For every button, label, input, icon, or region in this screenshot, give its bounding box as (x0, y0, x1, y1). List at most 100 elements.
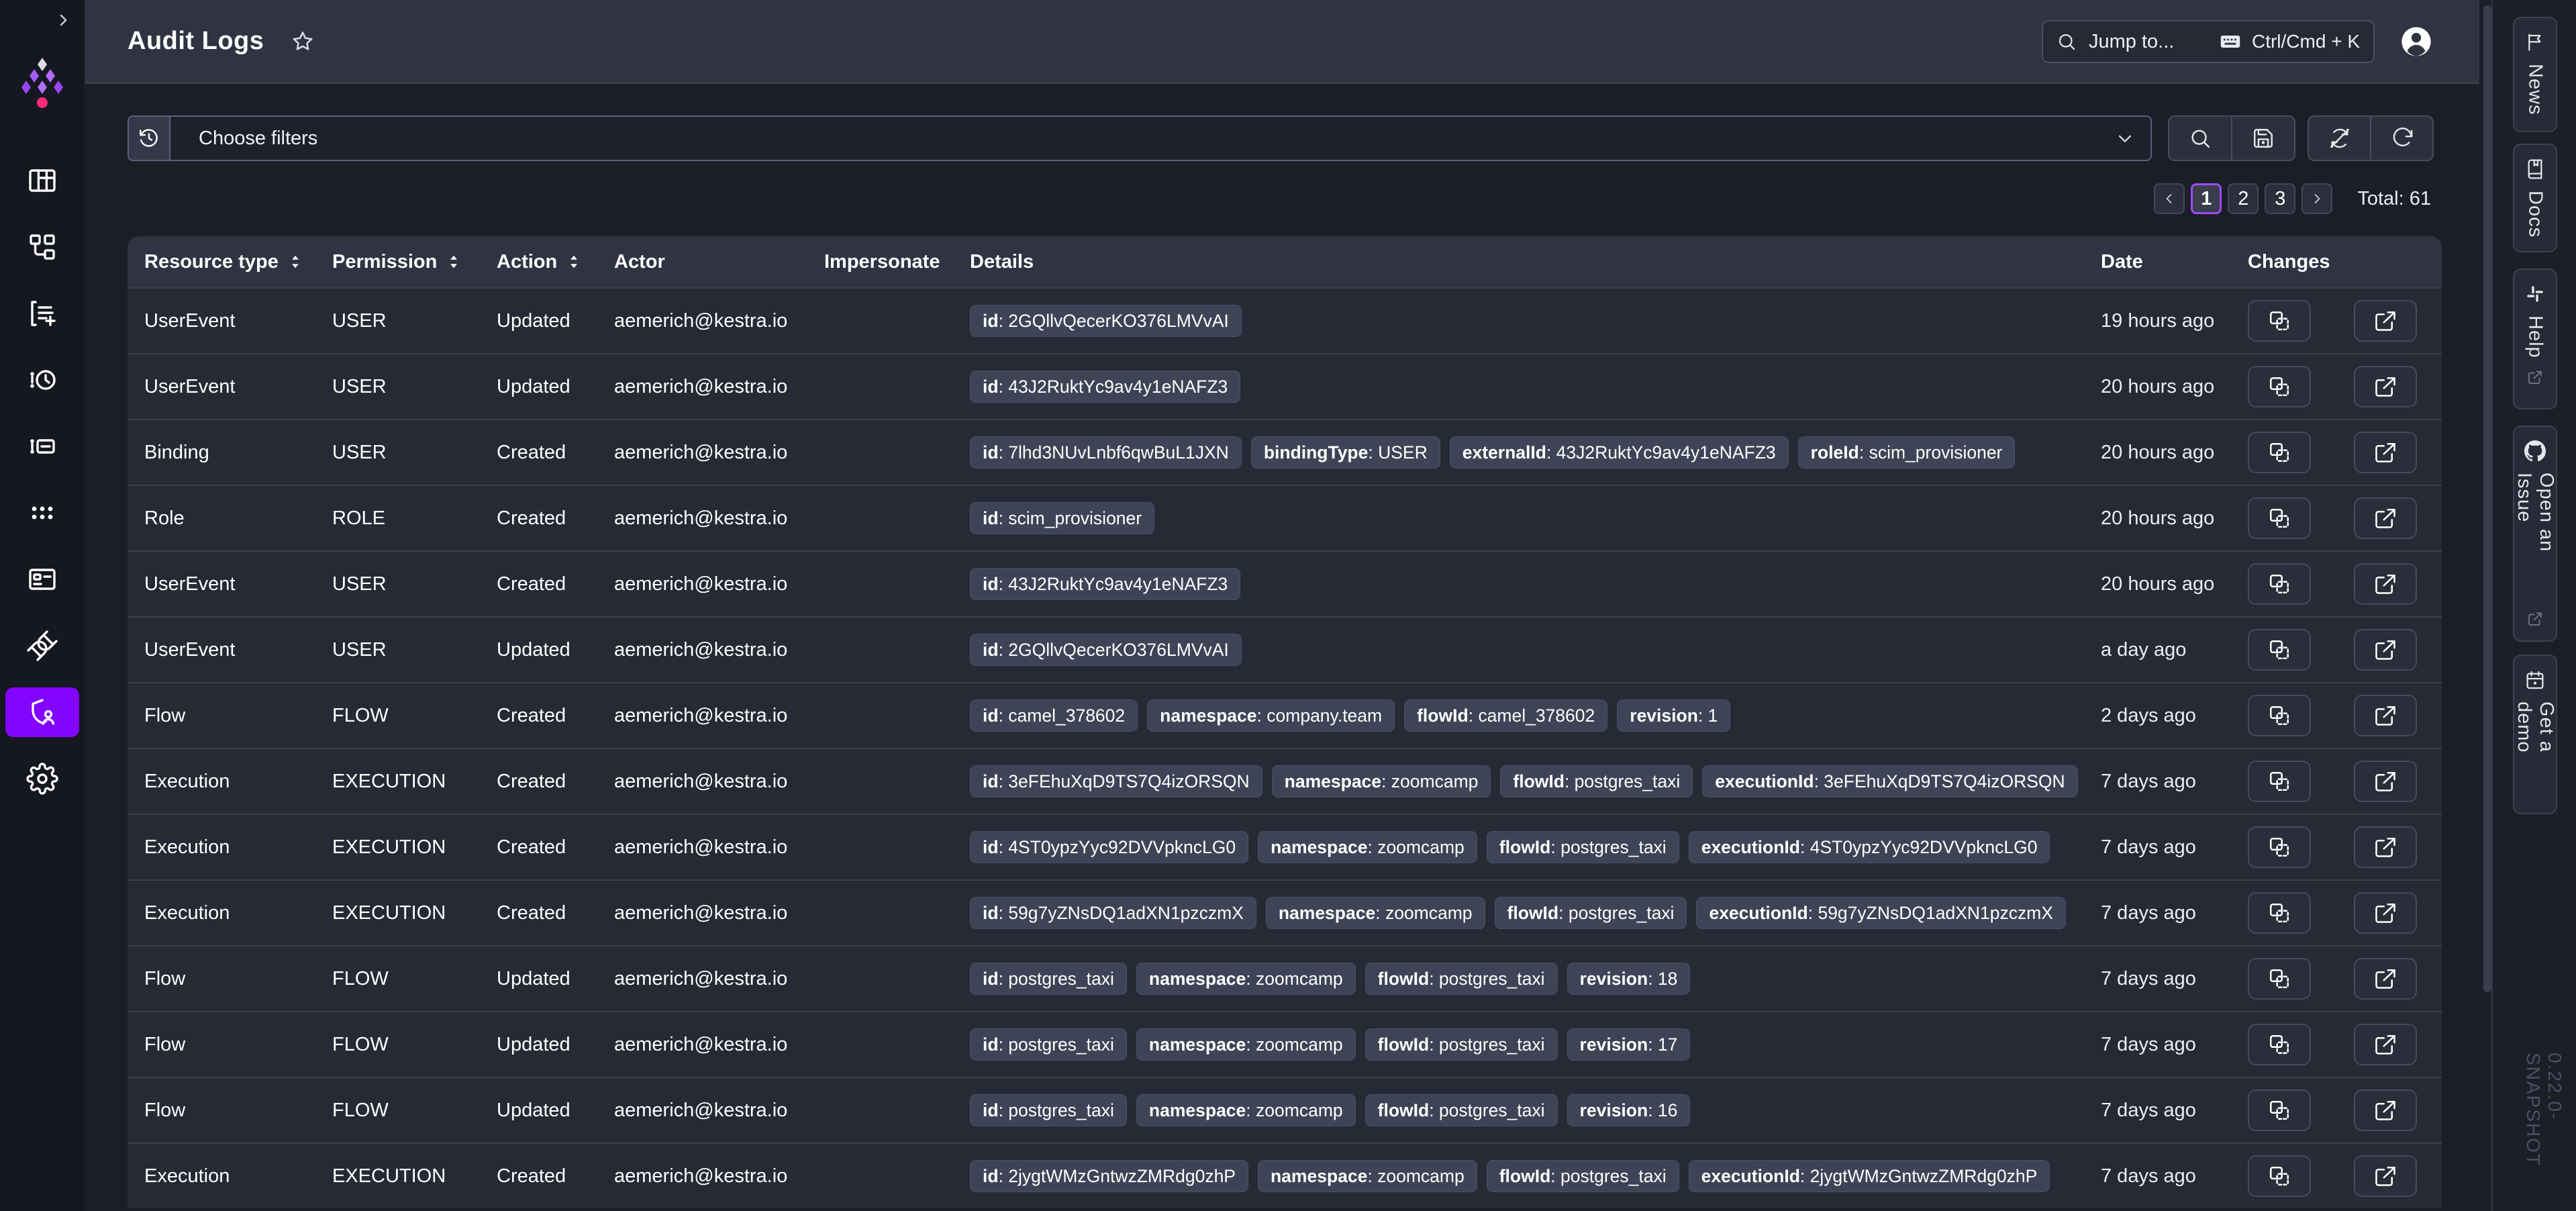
page-button-2[interactable]: 2 (2228, 183, 2259, 214)
save-filter-button[interactable] (2231, 117, 2294, 160)
detail-value: postgres_taxi (1568, 902, 1675, 923)
detail-badge: id: 2jygtWMzGntwzZMRdg0zhP (970, 1160, 1248, 1192)
table-row[interactable]: UserEvent USER Updated aemerich@kestra.io id… (128, 287, 2442, 353)
right-tab-news[interactable]: News (2513, 17, 2557, 132)
detail-value: postgres_taxi (1438, 968, 1545, 989)
right-tab-get-a-demo[interactable]: Get a demo (2513, 655, 2557, 814)
page-button-1[interactable]: 1 (2191, 183, 2222, 214)
revision-diff-button[interactable] (2248, 695, 2311, 736)
chevron-down-icon[interactable] (2114, 128, 2136, 149)
sidebar-item-revisions-clock[interactable] (5, 355, 79, 405)
table-row[interactable]: Execution EXECUTION Created aemerich@kestra… (128, 879, 2442, 945)
table-row[interactable]: Binding USER Created aemerich@kestra.io id: … (128, 419, 2442, 485)
page-button-3[interactable]: 3 (2265, 183, 2296, 214)
next-page-button[interactable] (2301, 183, 2333, 214)
table-row[interactable]: UserEvent USER Updated aemerich@kestra.io id… (128, 616, 2442, 682)
table-row[interactable]: Execution EXECUTION Created aemerich@kestra… (128, 1143, 2442, 1208)
table-row[interactable]: UserEvent USER Updated aemerich@kestra.io id… (128, 353, 2442, 419)
sort-icon[interactable] (445, 253, 462, 271)
open-details-button[interactable] (2354, 826, 2417, 868)
sidebar-item-blueprints-card[interactable] (5, 554, 79, 604)
revision-diff-button[interactable] (2248, 1155, 2311, 1197)
open-details-button[interactable] (2354, 892, 2417, 934)
revision-diff-button[interactable] (2248, 761, 2311, 802)
detail-badge: namespace: zoomcamp (1265, 897, 1485, 929)
detail-value: zoomcamp (1256, 968, 1343, 989)
open-details-button[interactable] (2354, 1089, 2417, 1131)
detail-badge: namespace: company.team (1147, 699, 1395, 732)
resource-type-cell: Role (144, 507, 185, 529)
sidebar-item-dashboard-grid[interactable] (5, 156, 79, 205)
action-cell: Created (497, 836, 566, 858)
sidebar-expand-chevron-icon[interactable] (54, 11, 72, 30)
sidebar-item-plugins-plug[interactable] (5, 621, 79, 671)
details-cell: id: camel_378602 namespace: company.team f… (970, 699, 2101, 732)
revision-diff-button[interactable] (2248, 497, 2311, 539)
open-details-button[interactable] (2354, 761, 2417, 802)
sort-icon[interactable] (287, 253, 304, 271)
previous-page-button[interactable] (2154, 183, 2185, 214)
table-row[interactable]: Flow FLOW Updated aemerich@kestra.io id: pos… (128, 1077, 2442, 1143)
open-details-button[interactable] (2354, 432, 2417, 473)
open-details-button[interactable] (2354, 497, 2417, 539)
user-avatar[interactable] (2399, 24, 2434, 59)
table-row[interactable]: Execution EXECUTION Created aemerich@kestra… (128, 814, 2442, 879)
date-cell: 7 days ago (2101, 836, 2196, 858)
open-details-button[interactable] (2354, 958, 2417, 1000)
star-icon[interactable] (291, 30, 315, 54)
table-row[interactable]: Flow FLOW Updated aemerich@kestra.io id: pos… (128, 945, 2442, 1011)
detail-value: 2GQllvQecerKO376LMVvAI (1008, 310, 1229, 331)
revision-diff-button[interactable] (2248, 1089, 2311, 1131)
jump-to-search[interactable]: Jump to... Ctrl/Cmd + K (2042, 20, 2375, 63)
table-row[interactable]: Flow FLOW Updated aemerich@kestra.io id: pos… (128, 1011, 2442, 1077)
column-header-resource-type[interactable]: Resource type (128, 251, 332, 273)
detail-badge: namespace: zoomcamp (1258, 1160, 1477, 1192)
table-row[interactable]: Execution EXECUTION Created aemerich@kestra… (128, 748, 2442, 814)
open-details-button[interactable] (2354, 300, 2417, 342)
open-details-button[interactable] (2354, 629, 2417, 671)
revision-diff-button[interactable] (2248, 563, 2311, 605)
kestra-logo[interactable] (17, 56, 68, 109)
revision-diff-button[interactable] (2248, 1024, 2311, 1065)
changes-cell (2248, 892, 2442, 934)
right-tab-help[interactable]: Help (2513, 269, 2557, 409)
sidebar-item-administration-shield-user[interactable] (5, 687, 79, 737)
auto-refresh-toggle-button[interactable] (2309, 117, 2370, 160)
revision-diff-button[interactable] (2248, 366, 2311, 407)
changes-cell (2248, 497, 2442, 539)
table-row[interactable]: Role ROLE Created aemerich@kestra.io id: sci… (128, 485, 2442, 550)
revision-diff-button[interactable] (2248, 300, 2311, 342)
sidebar-item-apps-dots-grid[interactable] (5, 488, 79, 538)
revision-diff-button[interactable] (2248, 958, 2311, 1000)
revision-diff-button[interactable] (2248, 826, 2311, 868)
open-details-button[interactable] (2354, 1155, 2417, 1197)
revision-diff-button[interactable] (2248, 892, 2311, 934)
vertical-scrollbar[interactable] (2483, 5, 2491, 992)
details-cell: id: postgres_taxi namespace: zoomcamp flow… (970, 1028, 2101, 1061)
sidebar-item-logs[interactable] (5, 422, 79, 471)
refresh-button[interactable] (2370, 117, 2432, 160)
open-details-button[interactable] (2354, 1024, 2417, 1065)
sort-icon[interactable] (565, 253, 583, 271)
open-details-button[interactable] (2354, 366, 2417, 407)
detail-badge: id: postgres_taxi (970, 1094, 1127, 1126)
diff-icon (2267, 572, 2291, 596)
actor-cell: aemerich@kestra.io (614, 770, 788, 792)
filter-history-button[interactable] (129, 117, 170, 160)
sidebar-item-flows-hierarchy[interactable] (5, 222, 79, 272)
sidebar-item-executions-list-plus[interactable] (5, 289, 79, 338)
detail-badge: flowId: postgres_taxi (1486, 1160, 1679, 1192)
right-tab-docs[interactable]: Docs (2513, 144, 2557, 252)
right-tab-open-an-issue[interactable]: Open an Issue (2513, 426, 2557, 642)
revision-diff-button[interactable] (2248, 432, 2311, 473)
column-header-permission[interactable]: Permission (332, 251, 497, 273)
table-row[interactable]: UserEvent USER Created aemerich@kestra.io id… (128, 550, 2442, 616)
open-details-button[interactable] (2354, 695, 2417, 736)
sidebar-item-settings-gear[interactable] (5, 754, 79, 804)
open-details-button[interactable] (2354, 563, 2417, 605)
filter-input[interactable]: Choose filters (128, 115, 2152, 161)
column-header-action[interactable]: Action (497, 251, 614, 273)
revision-diff-button[interactable] (2248, 629, 2311, 671)
filter-search-button[interactable] (2169, 117, 2231, 160)
table-row[interactable]: Flow FLOW Created aemerich@kestra.io id: cam… (128, 682, 2442, 748)
